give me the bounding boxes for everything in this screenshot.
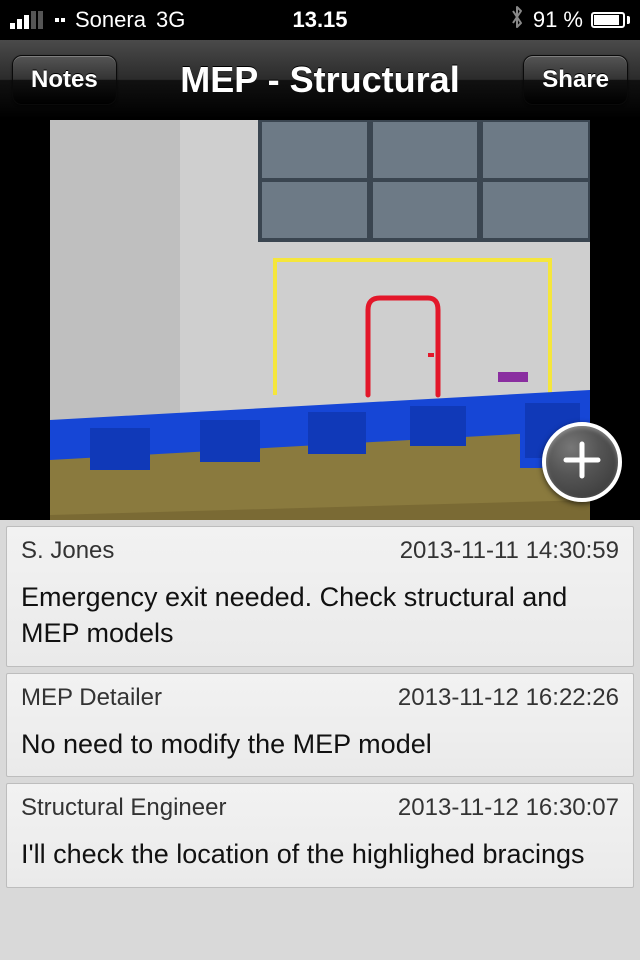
status-time: 13.15 <box>292 7 347 33</box>
comments-list[interactable]: S. Jones 2013-11-11 14:30:59 Emergency e… <box>0 520 640 960</box>
comment-time: 2013-11-12 16:30:07 <box>398 794 619 822</box>
comment-author: MEP Detailer <box>21 684 162 712</box>
comment-body: No need to modify the MEP model <box>21 726 619 762</box>
nav-bar: Notes MEP - Structural Share <box>0 40 640 120</box>
comment-time: 2013-11-12 16:22:26 <box>398 684 619 712</box>
comment-item[interactable]: Structural Engineer 2013-11-12 16:30:07 … <box>6 783 634 887</box>
add-button[interactable] <box>542 422 622 502</box>
comment-author: S. Jones <box>21 537 114 565</box>
carrier-label: Sonera <box>75 7 146 33</box>
model-scene[interactable] <box>50 120 590 520</box>
status-right: 91 % <box>509 5 630 35</box>
network-label: 3G <box>156 7 185 33</box>
page-title: MEP - Structural <box>180 59 459 101</box>
comment-author: Structural Engineer <box>21 794 226 822</box>
notes-button[interactable]: Notes <box>12 55 117 105</box>
signal-icon <box>10 11 43 29</box>
battery-icon <box>591 12 630 28</box>
comment-body: Emergency exit needed. Check structural … <box>21 579 619 652</box>
signal-dots-icon <box>55 18 65 22</box>
model-viewer[interactable] <box>0 120 640 520</box>
comment-item[interactable]: S. Jones 2013-11-11 14:30:59 Emergency e… <box>6 526 634 667</box>
comment-item[interactable]: MEP Detailer 2013-11-12 16:22:26 No need… <box>6 673 634 777</box>
comment-time: 2013-11-11 14:30:59 <box>400 537 619 565</box>
battery-percent: 91 % <box>533 7 583 33</box>
status-bar: Sonera 3G 13.15 91 % <box>0 0 640 40</box>
bluetooth-icon <box>509 5 525 35</box>
comment-body: I'll check the location of the highlighe… <box>21 836 619 872</box>
status-left: Sonera 3G <box>10 7 185 33</box>
share-button[interactable]: Share <box>523 55 628 105</box>
plus-icon <box>560 438 604 487</box>
